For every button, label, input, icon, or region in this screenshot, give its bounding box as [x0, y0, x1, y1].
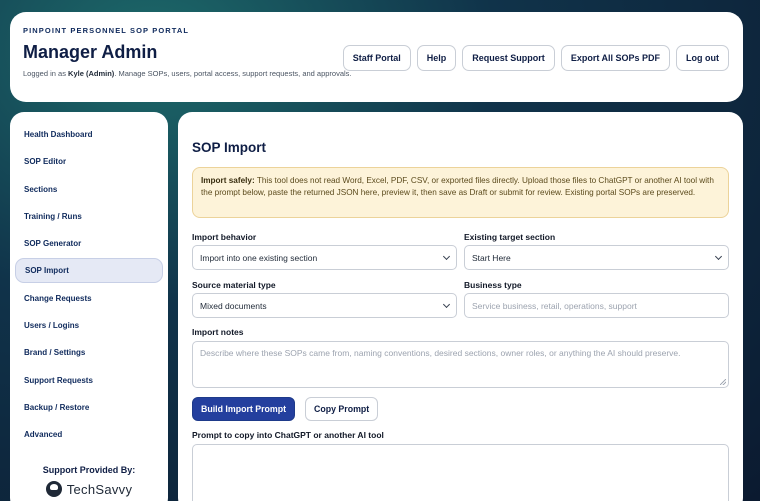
source-type-label: Source material type: [192, 280, 276, 290]
target-section-label: Existing target section: [464, 232, 556, 242]
header-actions: Staff Portal Help Request Support Export…: [342, 45, 729, 71]
support-label: Support Provided By:: [42, 465, 136, 476]
copy-prompt-button[interactable]: Copy Prompt: [305, 397, 379, 421]
sidebar-item-training-runs[interactable]: Training / Runs: [15, 204, 163, 229]
staff-portal-button[interactable]: Staff Portal: [342, 45, 411, 71]
sidebar-item-brand-settings[interactable]: Brand / Settings: [15, 340, 163, 365]
build-import-prompt-button[interactable]: Build Import Prompt: [192, 397, 296, 421]
import-notes-label: Import notes: [192, 327, 244, 337]
sidebar-item-sop-import[interactable]: SOP Import: [15, 258, 163, 284]
request-support-button[interactable]: Request Support: [462, 45, 555, 71]
portal-eyebrow: PINPOINT PERSONNEL SOP PORTAL: [23, 26, 190, 35]
sidebar-item-advanced[interactable]: Advanced: [15, 422, 163, 447]
help-button[interactable]: Help: [416, 45, 457, 71]
business-type-input[interactable]: Service business, retail, operations, su…: [464, 293, 729, 318]
notice-strong: Import safely:: [201, 176, 255, 185]
sidebar-item-sections[interactable]: Sections: [15, 177, 163, 202]
sidebar-item-sop-editor[interactable]: SOP Editor: [15, 149, 163, 174]
target-section-select[interactable]: Start Here: [464, 245, 729, 270]
chevron-down-icon: [442, 252, 451, 260]
chevron-down-icon: [442, 300, 451, 308]
current-user: Kyle (Admin): [68, 69, 115, 78]
headset-icon: [45, 481, 62, 498]
notice-text: This tool does not read Word, Excel, PDF…: [201, 176, 714, 197]
sidebar-item-sop-generator[interactable]: SOP Generator: [15, 231, 163, 256]
sidebar-item-change-requests[interactable]: Change Requests: [15, 286, 163, 311]
chevron-down-icon: [714, 252, 723, 260]
logout-button[interactable]: Log out: [676, 45, 729, 71]
header-card: PINPOINT PERSONNEL SOP PORTAL Manager Ad…: [10, 12, 743, 102]
sidebar-item-health-dashboard[interactable]: Health Dashboard: [15, 122, 163, 147]
source-type-select[interactable]: Mixed documents: [192, 293, 457, 318]
sidebar-item-users-logins[interactable]: Users / Logins: [15, 313, 163, 338]
import-notes-textarea[interactable]: Describe where these SOPs came from, nam…: [192, 341, 729, 388]
sidebar-item-backup-restore[interactable]: Backup / Restore: [15, 395, 163, 420]
prompt-label: Prompt to copy into ChatGPT or another A…: [192, 430, 384, 440]
resize-handle-icon[interactable]: [720, 379, 726, 385]
sidebar-item-support-requests[interactable]: Support Requests: [15, 368, 163, 393]
sidebar: Health Dashboard SOP Editor Sections Tra…: [10, 112, 168, 501]
logo-text: TechSavvy: [66, 481, 133, 497]
import-notice: Import safely: This tool does not read W…: [192, 167, 729, 218]
import-behavior-select[interactable]: Import into one existing section: [192, 245, 457, 270]
techsavvy-logo: TechSavvy: [15, 481, 163, 498]
business-type-label: Business type: [464, 280, 522, 290]
prompt-textarea[interactable]: [192, 444, 729, 501]
section-title: SOP Import: [192, 140, 267, 155]
import-behavior-label: Import behavior: [192, 232, 257, 242]
main-panel: SOP Import Import safely: This tool does…: [178, 112, 743, 501]
export-pdf-button[interactable]: Export All SOPs PDF: [560, 45, 670, 71]
